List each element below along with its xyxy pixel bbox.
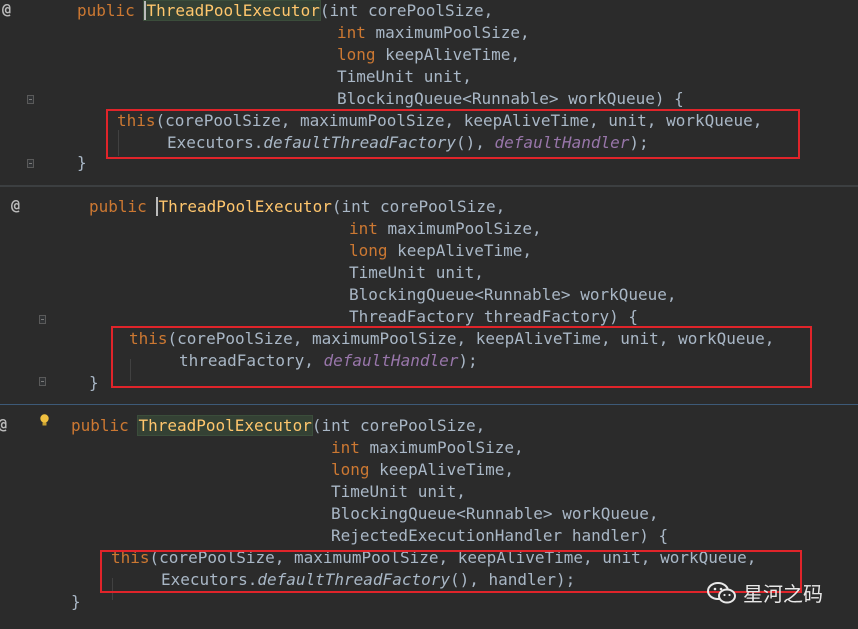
override-gutter-icon[interactable]: @ xyxy=(0,415,7,433)
code-line[interactable]: } xyxy=(89,372,99,394)
code-line[interactable]: int maximumPoolSize, xyxy=(331,437,524,459)
code-line[interactable]: int maximumPoolSize, xyxy=(337,22,530,44)
code-line[interactable]: TimeUnit unit, xyxy=(331,481,466,503)
override-gutter-icon[interactable]: @ xyxy=(2,0,11,18)
watermark-text: 星河之码 xyxy=(743,582,823,606)
code-line[interactable]: long keepAliveTime, xyxy=(331,459,514,481)
code-panel-2: @ public ThreadPoolExecutor(int corePool… xyxy=(0,187,858,403)
override-gutter-icon[interactable]: @ xyxy=(11,196,20,214)
fold-marker-icon[interactable] xyxy=(39,315,46,324)
code-line[interactable]: BlockingQueue<Runnable> workQueue) { xyxy=(337,88,684,110)
code-line[interactable]: public ThreadPoolExecutor(int corePoolSi… xyxy=(89,196,505,218)
code-line[interactable]: TimeUnit unit, xyxy=(349,262,484,284)
code-panel-1: @ public ThreadPoolExecutor(int corePool… xyxy=(0,0,858,185)
highlight-box xyxy=(111,326,812,388)
code-line[interactable]: public ThreadPoolExecutor(int corePoolSi… xyxy=(77,0,493,22)
watermark: 星河之码 xyxy=(707,578,823,607)
lightbulb-icon[interactable] xyxy=(39,414,50,427)
code-line[interactable]: BlockingQueue<Runnable> workQueue, xyxy=(331,503,659,525)
fold-marker-icon[interactable] xyxy=(27,95,34,104)
code-line[interactable]: long keepAliveTime, xyxy=(349,240,532,262)
code-line[interactable]: } xyxy=(77,152,87,174)
code-line[interactable]: ThreadFactory threadFactory) { xyxy=(349,306,638,328)
params: (int corePoolSize, xyxy=(319,1,494,20)
wechat-icon xyxy=(707,581,736,603)
code-line[interactable]: long keepAliveTime, xyxy=(337,44,520,66)
highlight-box xyxy=(106,109,800,159)
fold-marker-icon[interactable] xyxy=(27,159,34,168)
code-line[interactable]: RejectedExecutionHandler handler) { xyxy=(331,525,668,547)
highlight-box xyxy=(100,550,802,593)
code-line[interactable]: TimeUnit unit, xyxy=(337,66,472,88)
code-line[interactable]: BlockingQueue<Runnable> workQueue, xyxy=(349,284,677,306)
code-line[interactable]: } xyxy=(71,591,81,613)
code-line[interactable]: int maximumPoolSize, xyxy=(349,218,542,240)
fold-marker-icon[interactable] xyxy=(39,377,46,386)
code-line[interactable]: public ThreadPoolExecutor(int corePoolSi… xyxy=(71,415,485,437)
